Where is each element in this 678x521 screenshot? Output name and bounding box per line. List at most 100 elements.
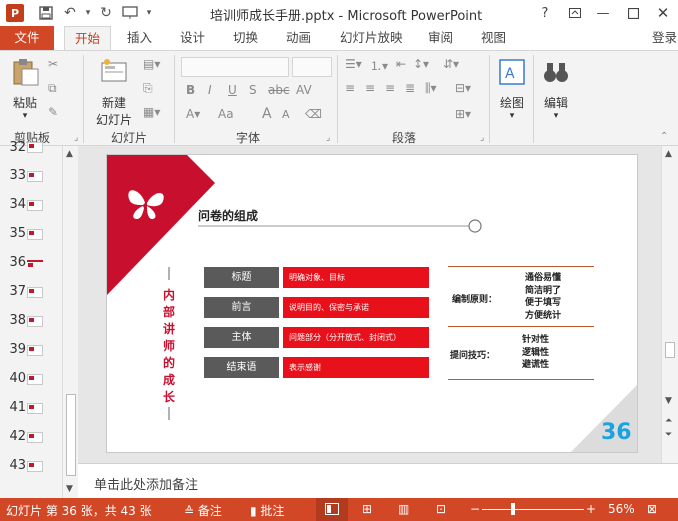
- save-icon[interactable]: [34, 0, 58, 26]
- font-launcher-icon[interactable]: ⌟: [326, 133, 330, 143]
- underline-button[interactable]: U: [228, 83, 237, 97]
- clear-format-icon[interactable]: ⌫: [305, 107, 322, 121]
- shapes-icon: A: [499, 59, 525, 85]
- zoom-slider-track[interactable]: [482, 509, 584, 510]
- maximize-icon[interactable]: [618, 0, 648, 26]
- slide-canvas[interactable]: 问卷的组成 内 部 讲 师 的 成 长 标题 明确对象、目标 前言 说明目的、保…: [106, 154, 638, 453]
- slide-thumbnail[interactable]: [27, 200, 43, 211]
- zoom-in-button[interactable]: +: [586, 502, 596, 516]
- tab-review[interactable]: 审阅: [428, 26, 453, 50]
- reading-view-icon[interactable]: ▥: [398, 502, 409, 516]
- numbering-icon[interactable]: ⒈▾: [370, 57, 388, 74]
- slide-scrollbar[interactable]: ▲ ▼ ⏶ ⏷: [661, 146, 678, 463]
- tab-transitions[interactable]: 切换: [233, 26, 258, 50]
- minimize-icon[interactable]: —: [588, 0, 618, 26]
- scroll-up-icon[interactable]: ▲: [66, 149, 73, 159]
- slide-sorter-view-icon[interactable]: ⊞: [362, 502, 372, 516]
- new-slide-button[interactable]: 新建 幻灯片: [90, 57, 138, 128]
- tab-insert[interactable]: 插入: [127, 26, 152, 50]
- undo-icon[interactable]: ↶: [58, 0, 82, 26]
- italic-button[interactable]: I: [208, 83, 212, 97]
- grow-font-button[interactable]: A: [262, 106, 272, 122]
- next-slide-icon[interactable]: ⏷: [665, 430, 672, 440]
- close-icon[interactable]: ✕: [648, 0, 678, 26]
- tab-home[interactable]: 开始: [64, 26, 112, 50]
- redo-icon[interactable]: ↻: [94, 0, 118, 26]
- smartart-icon[interactable]: ⊞▾: [455, 107, 471, 121]
- drawing-button[interactable]: A 绘图 ▾: [494, 57, 530, 121]
- font-size-dropdown[interactable]: [292, 57, 332, 77]
- editing-button[interactable]: 编辑 ▾: [538, 57, 574, 121]
- notes-toggle-label: 备注: [197, 504, 222, 518]
- previous-slide-icon[interactable]: ⏶: [665, 416, 672, 426]
- slide-thumbnail[interactable]: [27, 345, 43, 356]
- format-painter-icon[interactable]: ✎: [48, 105, 58, 119]
- shadow-button[interactable]: S: [249, 83, 257, 97]
- tab-file[interactable]: 文件: [0, 26, 54, 50]
- strikethrough-button[interactable]: abc: [268, 83, 290, 97]
- zoom-slider-thumb[interactable]: [510, 503, 515, 515]
- bullets-icon[interactable]: ☰▾: [345, 57, 362, 71]
- align-right-icon[interactable]: ≡: [385, 81, 395, 95]
- slide-thumbnail[interactable]: [27, 287, 43, 298]
- slideshow-view-icon[interactable]: ⊡: [436, 502, 446, 516]
- customize-toolbar-icon[interactable]: ▾: [142, 0, 156, 26]
- collapse-ribbon-icon[interactable]: ⌃: [660, 131, 668, 142]
- scroll-thumb[interactable]: [665, 342, 675, 358]
- notes-toggle[interactable]: ≙ 备注: [184, 502, 222, 519]
- reset-icon[interactable]: ⎘: [143, 81, 153, 96]
- tab-view[interactable]: 视图: [481, 26, 506, 50]
- justify-icon[interactable]: ≣: [405, 81, 415, 95]
- thumbnail-scrollbar[interactable]: ▲ ▼: [62, 146, 78, 498]
- paste-button[interactable]: 粘贴 ▾: [8, 57, 42, 121]
- notes-pane[interactable]: 单击此处添加备注: [78, 463, 678, 498]
- change-case-button[interactable]: Aa: [218, 107, 234, 121]
- scroll-down-icon[interactable]: ▼: [66, 484, 73, 494]
- tab-design[interactable]: 设计: [180, 26, 205, 50]
- paragraph-launcher-icon[interactable]: ⌟: [480, 133, 484, 143]
- zoom-level[interactable]: 56%: [608, 502, 635, 516]
- normal-view-button[interactable]: [316, 498, 348, 521]
- start-slideshow-icon[interactable]: [118, 0, 142, 26]
- slide-thumbnail[interactable]: [27, 461, 43, 472]
- fit-to-window-icon[interactable]: ⊠: [647, 502, 657, 516]
- tab-animations[interactable]: 动画: [286, 26, 311, 50]
- decrease-indent-icon[interactable]: ⇤: [396, 57, 406, 71]
- align-text-icon[interactable]: ⊟▾: [455, 81, 471, 95]
- copy-icon[interactable]: ⧉: [48, 81, 57, 96]
- undo-dropdown-icon[interactable]: ▾: [82, 0, 94, 26]
- scroll-thumb[interactable]: [66, 394, 76, 476]
- cut-icon[interactable]: ✂: [48, 57, 58, 71]
- font-color-button[interactable]: A▾: [186, 107, 200, 121]
- layout-icon[interactable]: ▤▾: [143, 57, 160, 71]
- login-link[interactable]: 登录: [652, 26, 677, 50]
- zoom-out-button[interactable]: −: [470, 502, 480, 516]
- slide-thumbnail[interactable]: [27, 403, 43, 414]
- slide-thumbnail[interactable]: [27, 229, 43, 240]
- slide-thumbnail[interactable]: [27, 142, 43, 153]
- slide-thumbnail[interactable]: [27, 316, 43, 327]
- help-button[interactable]: ?: [530, 0, 560, 26]
- align-center-icon[interactable]: ≡: [365, 81, 375, 95]
- slide-thumbnail-current[interactable]: [27, 260, 43, 267]
- slide-thumbnail[interactable]: [27, 432, 43, 443]
- ribbon-display-options-icon[interactable]: [560, 0, 590, 26]
- shrink-font-button[interactable]: A: [282, 108, 290, 121]
- clipboard-launcher-icon[interactable]: ⌟: [74, 133, 78, 143]
- bold-button[interactable]: B: [186, 83, 195, 97]
- scroll-up-icon[interactable]: ▲: [665, 149, 672, 159]
- char-spacing-button[interactable]: AV: [296, 83, 312, 97]
- slide-thumbnail[interactable]: [27, 171, 43, 182]
- text-direction-icon[interactable]: ⇵▾: [443, 57, 459, 71]
- thumbnail-number: 33: [9, 168, 26, 183]
- align-left-icon[interactable]: ≡: [345, 81, 355, 95]
- slide-thumbnail[interactable]: [27, 374, 43, 385]
- scroll-down-icon[interactable]: ▼: [665, 396, 672, 406]
- line-spacing-icon[interactable]: ↕▾: [413, 57, 429, 71]
- columns-icon[interactable]: ⫼▾: [425, 81, 437, 96]
- section-icon[interactable]: ▦▾: [143, 105, 160, 119]
- tab-slideshow[interactable]: 幻灯片放映: [340, 26, 403, 50]
- comments-toggle[interactable]: ▮ 批注: [250, 502, 284, 519]
- principle-item: 便于填写: [525, 298, 562, 308]
- font-name-dropdown[interactable]: [181, 57, 289, 77]
